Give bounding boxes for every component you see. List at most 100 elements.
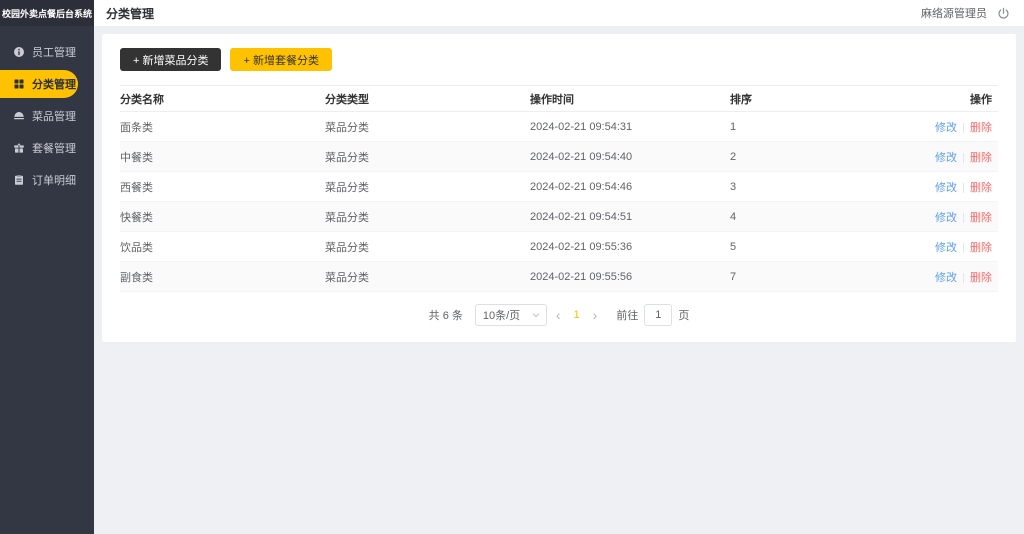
row-actions: 修改 删除 [890, 262, 998, 292]
sort-value: 2 [730, 142, 890, 172]
header-sort: 排序 [730, 86, 890, 112]
delete-link[interactable]: 删除 [970, 122, 992, 134]
operate-time: 2024-02-21 09:54:51 [530, 202, 730, 232]
sidebar-item-combo[interactable]: 套餐管理 [0, 132, 94, 164]
grid-icon [13, 78, 25, 90]
operate-time: 2024-02-21 09:55:36 [530, 232, 730, 262]
page-size-select[interactable]: 10条/页 [475, 304, 547, 326]
operate-time: 2024-02-21 09:54:31 [530, 112, 730, 142]
table-body: 面条类菜品分类2024-02-21 09:54:311修改删除中餐类菜品分类20… [120, 112, 998, 292]
sidebar-item-label: 套餐管理 [32, 140, 76, 156]
action-divider [963, 213, 964, 223]
current-page[interactable]: 1 [570, 309, 584, 321]
clipboard-icon [13, 174, 25, 186]
sidebar-item-dish[interactable]: 菜品管理 [0, 100, 94, 132]
category-table: 分类名称 分类类型 操作时间 排序 操作 面条类菜品分类2024-02-21 0… [120, 85, 998, 292]
category-type: 菜品分类 [325, 142, 530, 172]
sidebar-item-employee[interactable]: 员工管理 [0, 36, 94, 68]
content: + 新增菜品分类 + 新增套餐分类 分类名称 分类类型 操作时间 排序 操作 面… [94, 26, 1024, 534]
header-category-name: 分类名称 [120, 86, 325, 112]
pagination-total: 共 6 条 [429, 307, 463, 323]
category-name: 快餐类 [120, 202, 325, 232]
category-type: 菜品分类 [325, 112, 530, 142]
category-name: 西餐类 [120, 172, 325, 202]
sort-value: 3 [730, 172, 890, 202]
table-row: 快餐类菜品分类2024-02-21 09:54:514 修改 删除 [120, 202, 998, 232]
topbar: 分类管理 麻络源管理员 [94, 0, 1024, 26]
edit-link[interactable]: 修改 [935, 122, 957, 134]
sort-value: 7 [730, 262, 890, 292]
goto-suffix: 页 [678, 307, 689, 323]
edit-link[interactable]: 修改 [935, 212, 957, 224]
delete-link[interactable]: 删除 [970, 242, 992, 254]
category-name: 中餐类 [120, 142, 325, 172]
sort-value: 1 [730, 112, 890, 142]
row-actions: 修改 删除 [890, 202, 998, 232]
action-divider [963, 183, 964, 193]
power-icon[interactable] [997, 7, 1010, 20]
sidebar-menu: 员工管理分类管理菜品管理套餐管理订单明细 [0, 26, 94, 196]
dish-icon [13, 110, 25, 122]
info-circle-icon [13, 46, 25, 58]
row-actions: 修改 删除 [890, 112, 998, 142]
add-dish-category-button[interactable]: + 新增菜品分类 [120, 48, 221, 71]
category-name: 副食类 [120, 262, 325, 292]
category-name: 饮品类 [120, 232, 325, 262]
row-actions: 修改 删除 [890, 232, 998, 262]
delete-link[interactable]: 删除 [970, 272, 992, 284]
toolbar: + 新增菜品分类 + 新增套餐分类 [120, 48, 998, 71]
action-divider [963, 123, 964, 133]
app-root: 校园外卖点餐后台系统 员工管理分类管理菜品管理套餐管理订单明细 分类管理 麻络源… [0, 0, 1024, 534]
sidebar-item-label: 分类管理 [32, 76, 76, 92]
sidebar-item-order[interactable]: 订单明细 [0, 164, 94, 196]
app-title: 校园外卖点餐后台系统 [0, 0, 94, 26]
page-title: 分类管理 [106, 5, 154, 22]
table-row: 副食类菜品分类2024-02-21 09:55:567 修改 删除 [120, 262, 998, 292]
category-type: 菜品分类 [325, 202, 530, 232]
delete-link[interactable]: 删除 [970, 182, 992, 194]
user-area: 麻络源管理员 [921, 5, 1010, 21]
prev-page-button[interactable]: ‹ [547, 308, 570, 322]
header-operate-time: 操作时间 [530, 86, 730, 112]
header-action: 操作 [890, 86, 998, 112]
category-type: 菜品分类 [325, 262, 530, 292]
row-actions: 修改 删除 [890, 142, 998, 172]
table-row: 中餐类菜品分类2024-02-21 09:54:402 修改 删除 [120, 142, 998, 172]
delete-link[interactable]: 删除 [970, 212, 992, 224]
header-category-type: 分类类型 [325, 86, 530, 112]
goto-page-input[interactable] [644, 304, 672, 326]
next-page-button[interactable]: › [584, 308, 607, 322]
action-divider [963, 273, 964, 283]
edit-link[interactable]: 修改 [935, 182, 957, 194]
category-type: 菜品分类 [325, 172, 530, 202]
table-row: 面条类菜品分类2024-02-21 09:54:311 修改 删除 [120, 112, 998, 142]
operate-time: 2024-02-21 09:55:56 [530, 262, 730, 292]
table-row: 西餐类菜品分类2024-02-21 09:54:463 修改 删除 [120, 172, 998, 202]
sidebar-item-label: 员工管理 [32, 44, 76, 60]
category-card: + 新增菜品分类 + 新增套餐分类 分类名称 分类类型 操作时间 排序 操作 面… [102, 34, 1016, 342]
operate-time: 2024-02-21 09:54:46 [530, 172, 730, 202]
category-name: 面条类 [120, 112, 325, 142]
goto-label: 前往 [616, 307, 638, 323]
sidebar-item-category[interactable]: 分类管理 [0, 70, 78, 98]
category-type: 菜品分类 [325, 232, 530, 262]
page-size-value: 10条/页 [483, 307, 520, 323]
edit-link[interactable]: 修改 [935, 242, 957, 254]
chevron-down-icon [531, 310, 541, 320]
user-name[interactable]: 麻络源管理员 [921, 5, 987, 21]
delete-link[interactable]: 删除 [970, 152, 992, 164]
sort-value: 4 [730, 202, 890, 232]
gift-icon [13, 142, 25, 154]
action-divider [963, 153, 964, 163]
action-divider [963, 243, 964, 253]
edit-link[interactable]: 修改 [935, 272, 957, 284]
add-combo-category-button[interactable]: + 新增套餐分类 [230, 48, 331, 71]
sort-value: 5 [730, 232, 890, 262]
sidebar-item-label: 订单明细 [32, 172, 76, 188]
table-header-row: 分类名称 分类类型 操作时间 排序 操作 [120, 86, 998, 112]
table-row: 饮品类菜品分类2024-02-21 09:55:365 修改 删除 [120, 232, 998, 262]
operate-time: 2024-02-21 09:54:40 [530, 142, 730, 172]
pagination: 共 6 条 10条/页 ‹ 1 › 前往 页 [120, 304, 998, 326]
sidebar: 校园外卖点餐后台系统 员工管理分类管理菜品管理套餐管理订单明细 [0, 0, 94, 534]
edit-link[interactable]: 修改 [935, 152, 957, 164]
